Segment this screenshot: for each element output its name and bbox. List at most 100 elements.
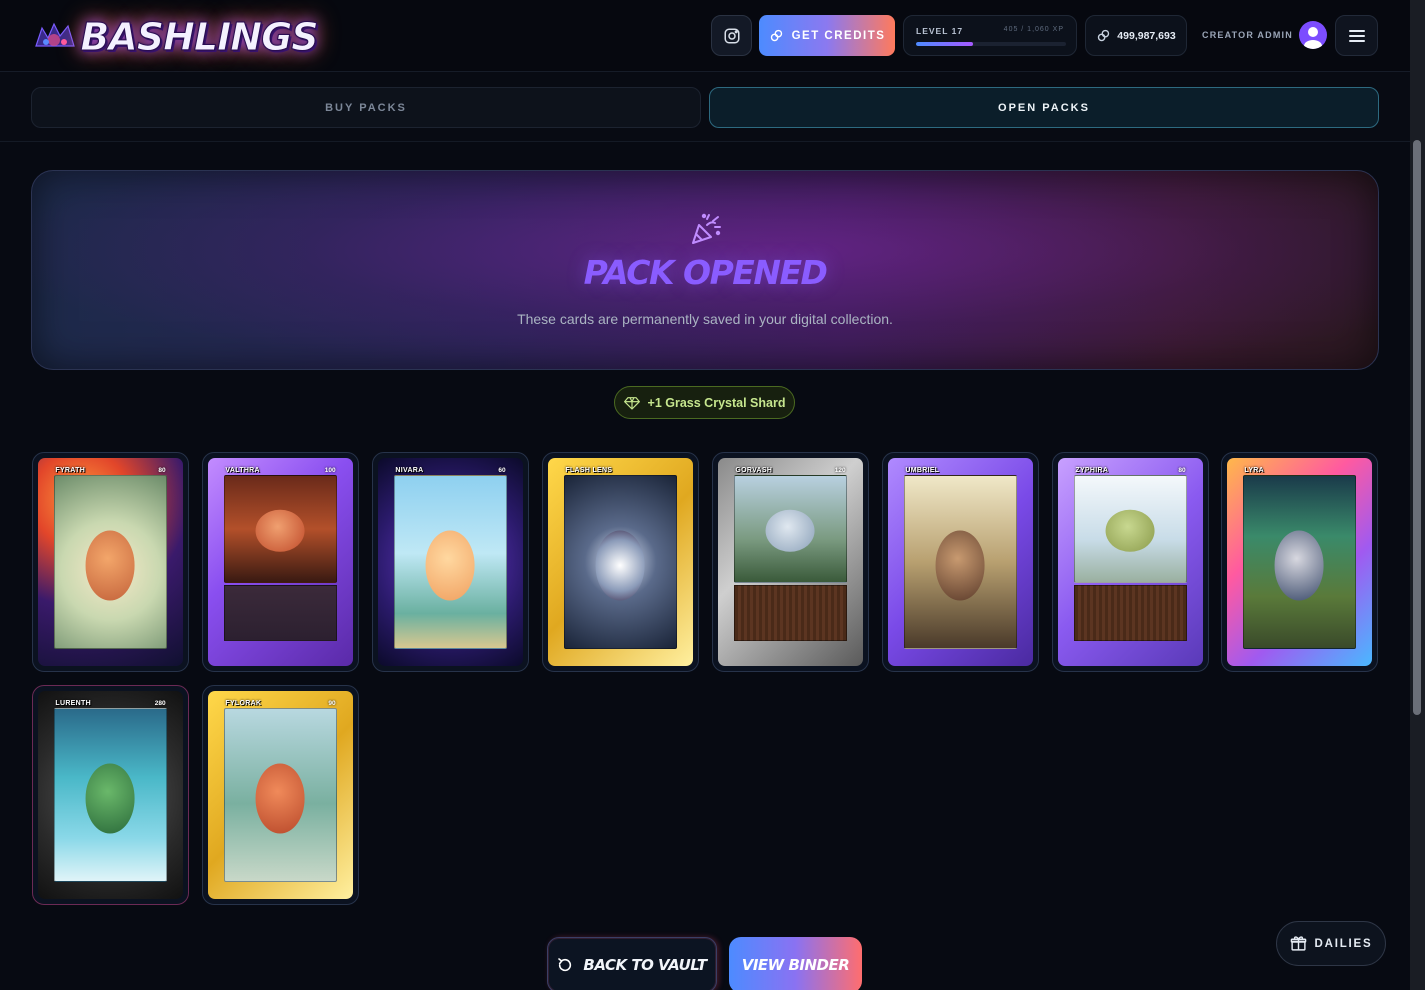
tab-open-packs[interactable]: OPEN PACKS xyxy=(709,87,1379,128)
reward-label: +1 Grass Crystal Shard xyxy=(647,395,786,410)
refresh-icon xyxy=(558,958,572,972)
hamburger-menu-icon xyxy=(1348,29,1365,42)
card-frame: UMBRIEL xyxy=(888,458,1033,666)
get-credits-label: GET CREDITS xyxy=(791,29,886,42)
card-frame: LURENTH 280 xyxy=(38,691,183,899)
link-coin-icon xyxy=(1098,29,1110,42)
card-art xyxy=(53,707,168,883)
card-hp: 100 xyxy=(324,467,336,475)
card-gorvash[interactable]: GORVASH 120 xyxy=(712,452,869,672)
mini-logo-icon[interactable] xyxy=(32,20,78,52)
view-binder-button[interactable]: VIEW BINDER xyxy=(729,937,862,990)
gem-icon xyxy=(623,396,640,410)
level-label: LEVEL 17 xyxy=(916,26,964,36)
creature-image xyxy=(766,509,815,553)
card-art xyxy=(1242,474,1357,650)
card-name: NIVARA xyxy=(395,467,424,475)
card-frame: GORVASH 120 xyxy=(718,458,863,666)
card-frame: FYRATH 80 xyxy=(38,458,183,666)
dailies-label: DAILIES xyxy=(1314,937,1373,950)
scrollbar-thumb[interactable] xyxy=(1413,140,1421,715)
card-name: LURENTH xyxy=(55,700,91,708)
card-art xyxy=(223,474,338,583)
bashlings-logo[interactable]: BASHLINGS xyxy=(80,6,319,68)
pack-tabs: BUY PACKS OPEN PACKS xyxy=(0,72,1410,142)
logo-text: BASHLINGS xyxy=(80,15,319,60)
xp-text: 405 / 1,060 XP xyxy=(1003,26,1064,33)
card-text-panel xyxy=(1073,584,1188,642)
instagram-button[interactable] xyxy=(711,15,752,56)
card-name: FYRATH xyxy=(55,467,86,475)
card-name: UMBRIEL xyxy=(905,467,940,475)
back-to-vault-button[interactable]: BACK TO VAULT xyxy=(547,937,717,990)
card-fylorak[interactable]: FYLORAK 90 xyxy=(202,685,359,905)
card-hp: 80 xyxy=(158,467,166,475)
card-flash-lens[interactable]: FLASH LENS xyxy=(542,452,699,672)
card-frame: NIVARA 60 xyxy=(378,458,523,666)
gift-icon xyxy=(1290,936,1306,951)
dailies-button[interactable]: DAILIES xyxy=(1276,921,1386,966)
card-name: LYRA xyxy=(1244,467,1265,475)
card-art xyxy=(393,474,508,650)
card-frame: VALTHRA 100 xyxy=(208,458,353,666)
card-hp: 80 xyxy=(1178,467,1186,475)
creature-image xyxy=(256,509,305,553)
user-role-label: CREATOR ADMIN xyxy=(1202,30,1293,40)
instagram-icon xyxy=(724,28,739,43)
card-art xyxy=(53,474,168,650)
card-frame: FYLORAK 90 xyxy=(208,691,353,899)
creature-image xyxy=(426,530,475,600)
card-frame: ZYPHIRA 80 xyxy=(1058,458,1203,666)
card-frame: LYRA xyxy=(1227,458,1372,666)
back-to-vault-label: BACK TO VAULT xyxy=(583,956,707,974)
party-popper-icon xyxy=(692,213,721,244)
get-credits-button[interactable]: GET CREDITS xyxy=(759,15,895,56)
pack-opened-subtitle: These cards are permanently saved in you… xyxy=(517,311,893,327)
coin-balance-value: 499,987,693 xyxy=(1117,29,1176,42)
creature-image xyxy=(596,530,645,600)
creature-image xyxy=(86,530,135,600)
card-text-panel xyxy=(733,584,848,642)
card-name: VALTHRA xyxy=(225,467,260,475)
creature-image xyxy=(1106,509,1155,553)
xp-progress-bar xyxy=(916,42,1066,46)
card-lurenth[interactable]: LURENTH 280 xyxy=(32,685,189,905)
card-art xyxy=(733,474,848,583)
card-art xyxy=(223,707,338,883)
creature-image xyxy=(86,763,135,833)
card-fyrath[interactable]: FYRATH 80 xyxy=(32,452,189,672)
card-lyra[interactable]: LYRA xyxy=(1221,452,1378,672)
card-art xyxy=(903,474,1018,650)
card-hp: 280 xyxy=(154,700,166,708)
top-navbar: BASHLINGS GET CREDITS LEVEL 17 405 / 1,0… xyxy=(0,0,1410,72)
view-binder-label: VIEW BINDER xyxy=(741,956,850,974)
card-hp: 120 xyxy=(834,467,846,475)
creature-image xyxy=(936,530,985,600)
tab-buy-packs[interactable]: BUY PACKS xyxy=(31,87,701,128)
reward-badge: +1 Grass Crystal Shard xyxy=(614,386,795,419)
card-valthra[interactable]: VALTHRA 100 xyxy=(202,452,359,672)
card-name: FYLORAK xyxy=(225,700,262,708)
card-hp: 90 xyxy=(328,700,336,708)
card-art xyxy=(563,474,678,650)
card-nivara[interactable]: NIVARA 60 xyxy=(372,452,529,672)
card-zyphira[interactable]: ZYPHIRA 80 xyxy=(1052,452,1209,672)
creature-image xyxy=(256,763,305,833)
pack-opened-title: PACK OPENED xyxy=(583,253,828,292)
menu-button[interactable] xyxy=(1335,15,1378,56)
card-frame: FLASH LENS xyxy=(548,458,693,666)
creature-image xyxy=(1275,530,1324,600)
card-name: GORVASH xyxy=(735,467,773,475)
coin-balance[interactable]: 499,987,693 xyxy=(1085,15,1187,56)
card-name: ZYPHIRA xyxy=(1075,467,1109,475)
pack-opened-banner: PACK OPENED These cards are permanently … xyxy=(31,170,1379,370)
level-progress-widget[interactable]: LEVEL 17 405 / 1,060 XP xyxy=(903,15,1077,56)
user-avatar-icon xyxy=(1304,27,1322,49)
xp-progress-fill xyxy=(916,42,973,46)
card-name: FLASH LENS xyxy=(565,467,613,475)
card-umbriel[interactable]: UMBRIEL xyxy=(882,452,1039,672)
avatar[interactable] xyxy=(1299,21,1327,49)
link-coin-icon xyxy=(770,29,782,42)
card-art xyxy=(1073,474,1188,583)
card-text-panel xyxy=(223,584,338,642)
